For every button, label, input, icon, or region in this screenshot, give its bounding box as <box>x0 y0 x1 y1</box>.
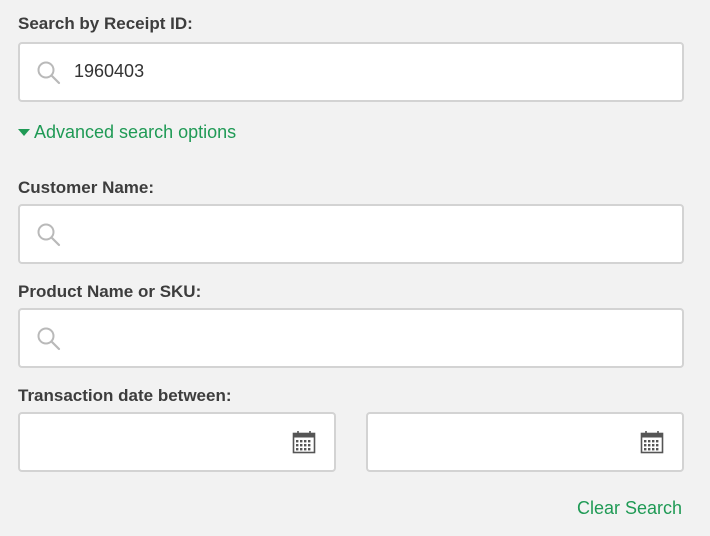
date-end-input[interactable] <box>378 424 632 460</box>
product-sku-input[interactable] <box>70 320 668 354</box>
search-icon <box>37 223 61 247</box>
advanced-search-label: Advanced search options <box>34 122 237 142</box>
calendar-icon[interactable] <box>292 430 316 454</box>
calendar-icon[interactable] <box>640 430 664 454</box>
product-sku-label: Product Name or SKU: <box>18 282 202 301</box>
search-icon <box>37 61 61 85</box>
date-start-field[interactable] <box>18 412 336 472</box>
clear-search-link[interactable]: Clear Search <box>577 497 682 519</box>
product-sku-field[interactable] <box>18 308 684 368</box>
customer-name-label: Customer Name: <box>18 178 155 197</box>
search-icon <box>37 327 61 351</box>
caret-down-icon <box>18 128 30 136</box>
receipt-id-field[interactable] <box>18 42 684 102</box>
receipt-id-label: Search by Receipt ID: <box>18 14 193 33</box>
transaction-date-label: Transaction date between: <box>18 386 232 405</box>
date-start-input[interactable] <box>30 424 284 460</box>
customer-name-input[interactable] <box>70 216 668 250</box>
date-end-field[interactable] <box>366 412 684 472</box>
customer-name-field[interactable] <box>18 204 684 264</box>
advanced-search-toggle[interactable]: Advanced search options <box>18 121 236 143</box>
receipt-id-input[interactable] <box>70 54 668 88</box>
